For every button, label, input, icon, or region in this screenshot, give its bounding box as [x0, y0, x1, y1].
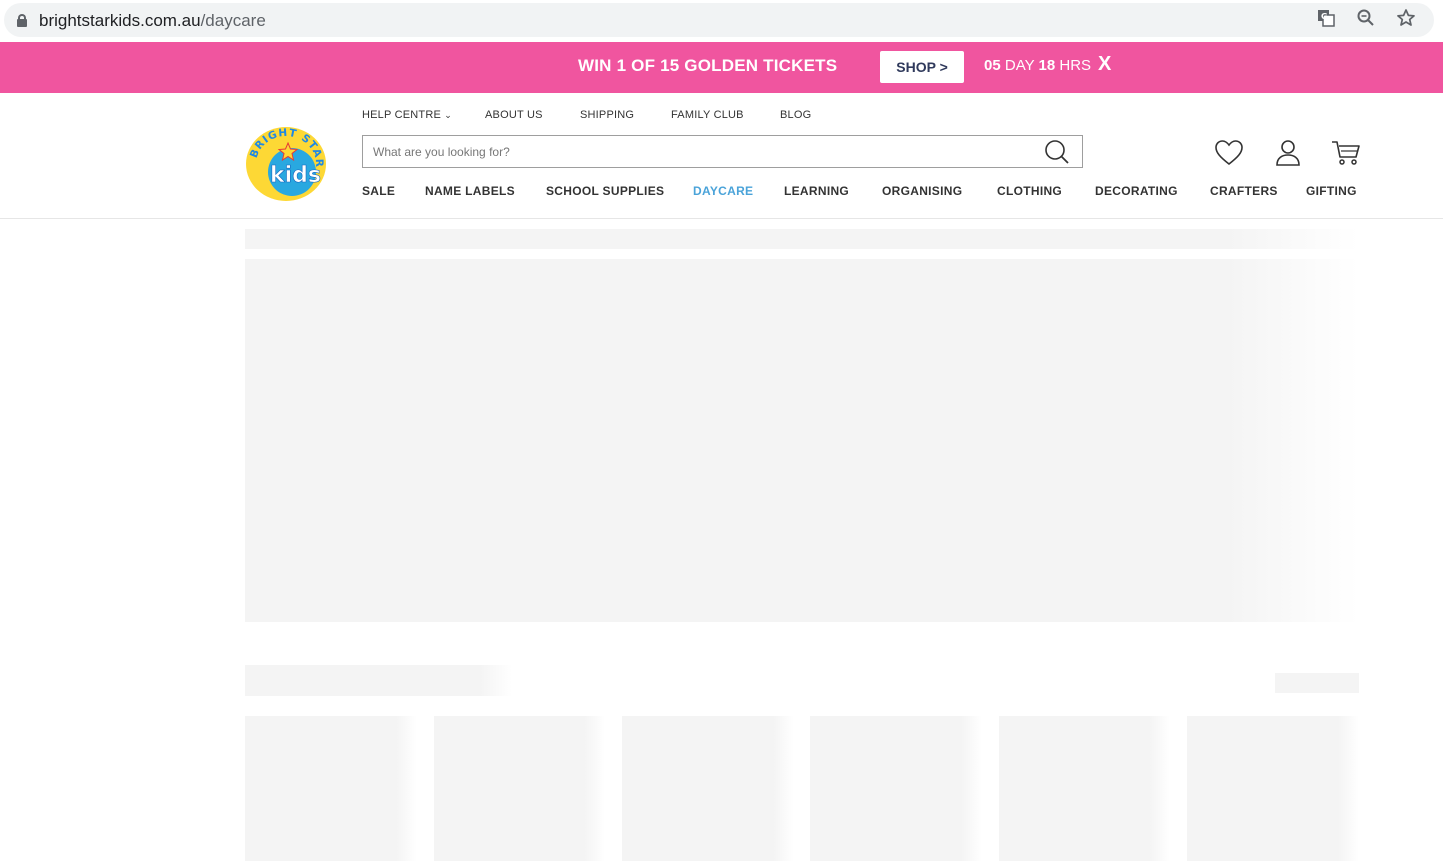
skeleton-hero-banner [245, 259, 1359, 622]
zoom-icon[interactable] [1356, 8, 1376, 28]
nav-organising[interactable]: ORGANISING [882, 184, 962, 198]
brightstarkids-logo[interactable]: BRIGHT STAR kids [244, 124, 328, 202]
search-icon[interactable] [1044, 139, 1070, 165]
countdown-timer: 05 DAY 18 HRS [984, 57, 1091, 74]
promo-banner: WIN 1 OF 15 GOLDEN TICKETS SHOP > 05 DAY… [0, 42, 1443, 93]
address-field[interactable]: brightstarkids.com.au/daycare [4, 3, 1434, 37]
topnav-help-centre[interactable]: HELP CENTRE ⌄ [362, 109, 452, 121]
cart-icon[interactable] [1331, 138, 1361, 168]
countdown-days-value: 05 [984, 57, 1001, 74]
nav-learning[interactable]: LEARNING [784, 184, 849, 198]
nav-decorating[interactable]: DECORATING [1095, 184, 1178, 198]
url-domain: brightstarkids.com.au [39, 11, 201, 30]
nav-school-supplies[interactable]: SCHOOL SUPPLIES [546, 184, 664, 198]
promo-headline: WIN 1 OF 15 GOLDEN TICKETS [578, 56, 838, 75]
topnav-about-us[interactable]: ABOUT US [485, 109, 543, 121]
topnav-family-club[interactable]: FAMILY CLUB [671, 109, 744, 121]
lock-icon[interactable] [17, 14, 27, 27]
close-promo-button[interactable]: X [1098, 53, 1111, 76]
heart-icon[interactable] [1214, 138, 1244, 168]
url-path: /daycare [200, 11, 266, 30]
topnav-blog[interactable]: BLOG [780, 109, 811, 121]
nav-gifting[interactable]: GIFTING [1306, 184, 1357, 198]
browser-url-bar: brightstarkids.com.au/daycare G [0, 0, 1443, 42]
topnav-shipping[interactable]: SHIPPING [580, 109, 634, 121]
bookmark-star-icon[interactable] [1396, 8, 1416, 28]
nav-crafters[interactable]: CRAFTERS [1210, 184, 1278, 198]
countdown-hours-value: 18 [1038, 57, 1056, 74]
nav-sale[interactable]: SALE [362, 184, 395, 198]
skeleton-section-title [245, 665, 512, 696]
search-input[interactable] [373, 143, 1023, 161]
user-icon[interactable] [1273, 138, 1303, 168]
svg-text:kids: kids [270, 163, 321, 188]
chevron-down-icon: ⌄ [444, 110, 453, 120]
countdown-hours-unit: HRS [1059, 57, 1092, 74]
skeleton-view-all-link [1275, 673, 1359, 693]
skeleton-product-card [245, 716, 417, 861]
skeleton-breadcrumb [245, 229, 1359, 249]
translate-icon[interactable]: G [1316, 8, 1336, 28]
skeleton-product-card [1187, 716, 1359, 861]
skeleton-product-card [999, 716, 1170, 861]
svg-text:G: G [1321, 12, 1328, 21]
skeleton-product-card [622, 716, 794, 861]
search-box[interactable] [362, 135, 1083, 168]
site-header: BRIGHT STAR kids HELP CENTRE ⌄ ABOUT US … [0, 93, 1443, 219]
nav-daycare[interactable]: DAYCARE [693, 184, 753, 198]
nav-name-labels[interactable]: NAME LABELS [425, 184, 515, 198]
nav-clothing[interactable]: CLOTHING [997, 184, 1062, 198]
url-text[interactable]: brightstarkids.com.au/daycare [39, 11, 266, 31]
countdown-days-unit: DAY [1004, 57, 1035, 74]
shop-button[interactable]: SHOP > [880, 51, 964, 83]
skeleton-product-card [810, 716, 982, 861]
skeleton-product-card [434, 716, 605, 861]
